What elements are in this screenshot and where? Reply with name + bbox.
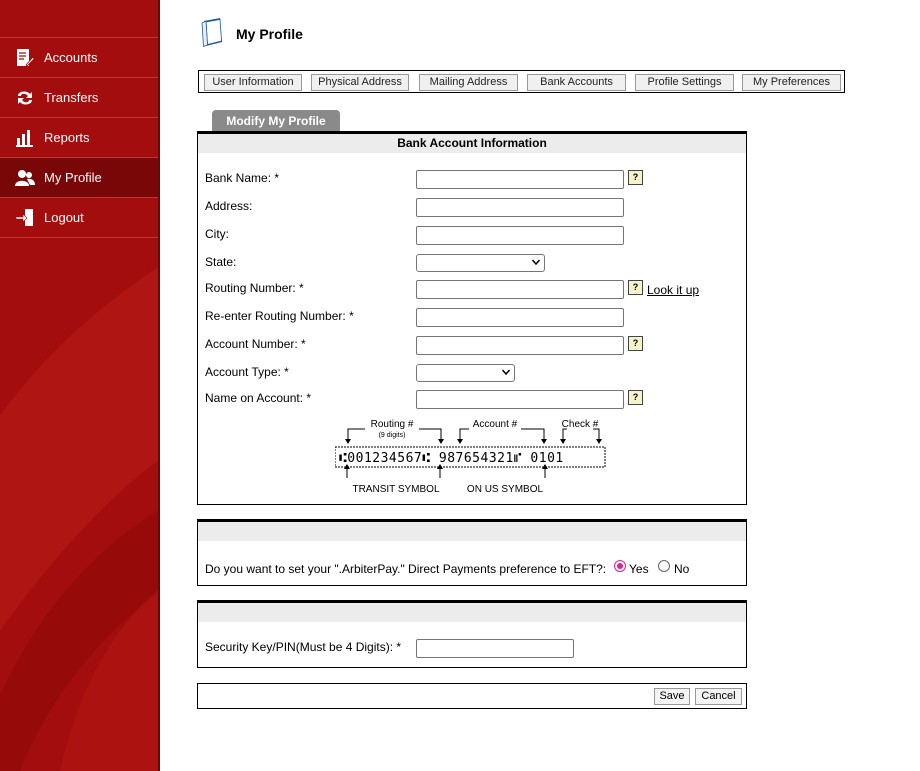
logout-icon (15, 208, 35, 228)
routing-sub-caption: (9 digits) (379, 432, 406, 439)
eft-panel-heading (198, 522, 746, 541)
sidebar-item-logout[interactable]: Logout (0, 197, 158, 238)
address-input[interactable] (416, 198, 624, 217)
name-on-account-input[interactable] (416, 390, 624, 409)
on-us-symbol-caption: ON US SYMBOL (467, 484, 544, 495)
tab-profile-settings[interactable]: Profile Settings (635, 74, 734, 91)
sidebar-nav: Accounts Transfers Reports My Profile Lo… (0, 37, 158, 238)
reenter-routing-input[interactable] (416, 308, 624, 327)
routing-number-label: Routing Number: * (205, 281, 304, 295)
save-button[interactable]: Save (654, 688, 690, 705)
routing-number-input[interactable] (416, 280, 624, 299)
bank-name-input[interactable] (416, 170, 624, 189)
bank-name-help-icon[interactable]: ? (628, 170, 643, 185)
sidebar-item-reports[interactable]: Reports (0, 117, 158, 157)
sidebar-item-label: Accounts (44, 50, 98, 65)
security-panel-heading (198, 603, 746, 622)
account-caption: Account # (473, 419, 518, 430)
account-number-label: Account Number: * (205, 337, 306, 351)
city-input[interactable] (416, 226, 624, 245)
address-label: Address: (205, 199, 253, 213)
sidebar-item-transfers[interactable]: Transfers (0, 77, 158, 117)
sidebar-item-label: Reports (44, 130, 90, 145)
sidebar-item-accounts[interactable]: Accounts (0, 37, 158, 77)
reports-icon (15, 128, 35, 148)
security-key-label: Security Key/PIN(Must be 4 Digits): * (205, 640, 402, 654)
account-number-help-icon[interactable]: ? (628, 336, 643, 351)
sidebar-item-label: Logout (44, 210, 84, 225)
routing-caption: Routing # (371, 419, 414, 430)
profile-book-icon (200, 17, 226, 52)
micr-line: ⑆001234567⑆ 987654321⑈ 0101 (339, 451, 564, 466)
security-panel: Security Key/PIN(Must be 4 Digits): * (197, 600, 747, 668)
profile-tabs: User Information Physical Address Mailin… (198, 70, 845, 93)
tab-physical-address[interactable]: Physical Address (311, 74, 409, 91)
page-header: My Profile (200, 17, 303, 52)
reenter-routing-label: Re-enter Routing Number: * (205, 309, 354, 323)
security-key-input[interactable] (416, 639, 574, 658)
sidebar-item-label: My Profile (44, 170, 102, 185)
check-caption: Check # (562, 419, 599, 430)
bank-panel-heading: Bank Account Information (198, 134, 746, 153)
chevron-down-icon (532, 259, 540, 266)
actions-bar: Save Cancel (197, 683, 747, 709)
eft-no-radio[interactable] (658, 560, 670, 572)
chevron-down-icon (502, 369, 510, 376)
eft-yes-label: Yes (629, 562, 649, 576)
name-on-account-label: Name on Account: * (205, 391, 312, 405)
eft-question: Do you want to set your ".ArbiterPay." D… (205, 562, 607, 576)
cancel-button[interactable]: Cancel (695, 688, 742, 705)
state-select[interactable] (416, 254, 545, 272)
routing-help-icon[interactable]: ? (628, 280, 643, 295)
check-micr-diagram: Routing # (9 digits) Account # Check # ⑆… (335, 419, 606, 495)
profile-icon (15, 168, 35, 188)
account-type-label: Account Type: * (205, 365, 289, 379)
name-on-account-help-icon[interactable]: ? (628, 390, 643, 405)
state-label: State: (205, 255, 237, 269)
modify-profile-tab[interactable]: Modify My Profile (212, 110, 340, 132)
tab-bank-accounts[interactable]: Bank Accounts (527, 74, 626, 91)
city-label: City: (205, 227, 229, 241)
sidebar-item-label: Transfers (44, 90, 99, 105)
sidebar: Accounts Transfers Reports My Profile Lo… (0, 0, 160, 771)
radio-selected-dot (617, 563, 623, 569)
account-type-select[interactable] (416, 364, 515, 382)
tab-user-information[interactable]: User Information (204, 74, 302, 91)
bank-name-label: Bank Name: * (205, 171, 280, 185)
sidebar-edge (158, 0, 160, 771)
page-title: My Profile (236, 26, 303, 42)
eft-yes-radio[interactable] (614, 560, 626, 572)
tab-my-preferences[interactable]: My Preferences (742, 74, 841, 91)
transit-symbol-caption: TRANSIT SYMBOL (352, 484, 439, 495)
bank-account-panel: Bank Account Information Bank Name: * ? … (197, 131, 747, 505)
tab-mailing-address[interactable]: Mailing Address (419, 74, 518, 91)
transfers-icon (15, 88, 35, 108)
account-number-input[interactable] (416, 336, 624, 355)
eft-preference-panel: Do you want to set your ".ArbiterPay." D… (197, 519, 747, 586)
look-it-up-link[interactable]: Look it up (647, 283, 699, 297)
eft-no-label: No (674, 562, 690, 576)
accounts-icon (15, 48, 35, 68)
sidebar-item-my-profile[interactable]: My Profile (0, 157, 158, 197)
